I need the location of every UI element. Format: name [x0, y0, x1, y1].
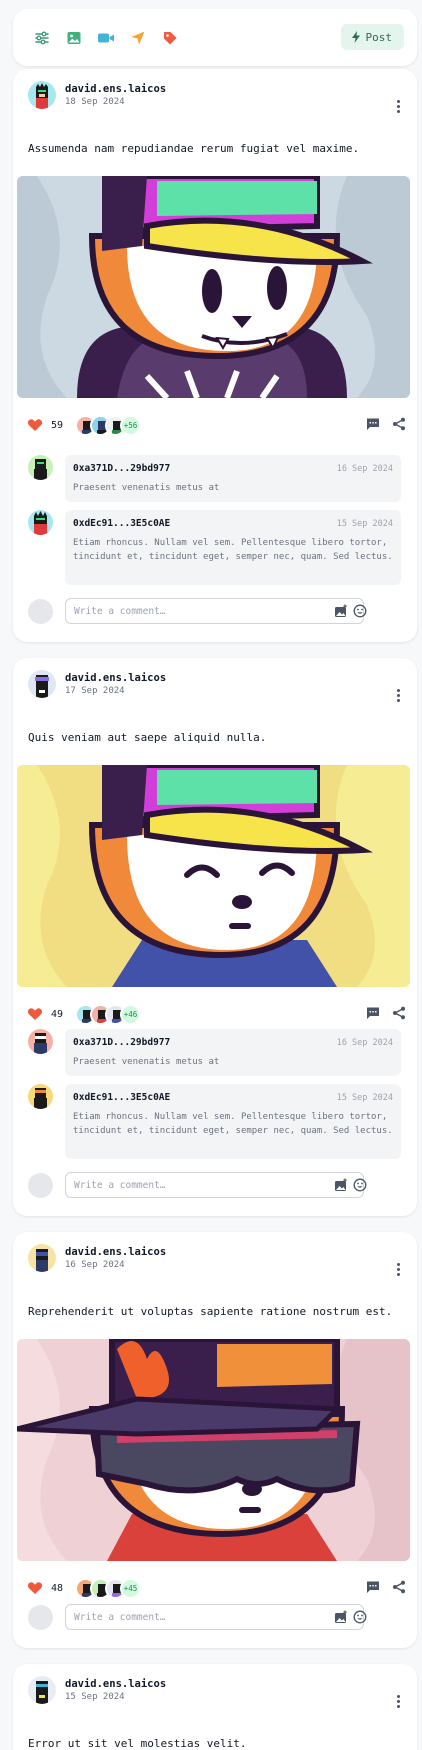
more-likes-badge[interactable]: +56: [120, 414, 142, 436]
location-icon[interactable]: [129, 29, 147, 47]
more-options-icon[interactable]: [391, 688, 405, 702]
post-image[interactable]: [17, 176, 410, 398]
post-image[interactable]: [17, 1339, 410, 1561]
avatar[interactable]: [28, 1244, 56, 1272]
avatar[interactable]: [28, 1676, 56, 1704]
post-text: Assumenda nam repudiandae rerum fugiat v…: [28, 142, 360, 155]
share-icon[interactable]: [392, 417, 406, 431]
more-likes-badge[interactable]: +45: [120, 1577, 142, 1599]
emoji-icon[interactable]: [353, 604, 367, 618]
post-author[interactable]: david.ens.laicos: [65, 1245, 166, 1259]
likers[interactable]: +46: [75, 1003, 142, 1025]
comment-composer: [28, 1604, 408, 1630]
avatar[interactable]: [28, 510, 53, 535]
comment-date: 16 Sep 2024: [336, 464, 393, 474]
comment-bubble: 0xa371D...29bd977 16 Sep 2024 Praesent v…: [65, 1029, 401, 1076]
comment-icon[interactable]: [366, 1006, 380, 1020]
post-actions: 49 +46: [27, 1003, 142, 1025]
post-actions: 48 +45: [27, 1577, 142, 1599]
comment-text: Etiam rhoncus. Nullam vel sem. Pellentes…: [73, 538, 393, 562]
likers[interactable]: +56: [75, 414, 142, 436]
post-header: david.ens.laicos 17 Sep 2024: [28, 670, 166, 698]
like-count: 48: [51, 1582, 64, 1594]
post-text: Error ut sit vel molestias velit.: [28, 1737, 247, 1750]
comment-input[interactable]: [65, 1604, 364, 1630]
emoji-icon[interactable]: [353, 1610, 367, 1624]
more-options-icon[interactable]: [391, 99, 405, 113]
avatar: [28, 1173, 53, 1198]
comment-composer: [28, 598, 408, 624]
post-author[interactable]: david.ens.laicos: [65, 671, 166, 685]
likers[interactable]: +45: [75, 1577, 142, 1599]
post-card: david.ens.laicos 18 Sep 2024 Assumenda n…: [13, 69, 417, 642]
more-options-icon[interactable]: [391, 1694, 405, 1708]
bolt-icon: [351, 31, 360, 43]
post-date: 17 Sep 2024: [65, 686, 125, 696]
image-icon[interactable]: [334, 1178, 348, 1192]
more-options-icon[interactable]: [391, 1262, 405, 1276]
composer-toolbar: Post: [13, 9, 417, 66]
post-right-actions: [366, 1580, 406, 1594]
post-text: Quis veniam aut saepe aliquid nulla.: [28, 731, 267, 744]
comment-date: 15 Sep 2024: [336, 1093, 393, 1103]
image-icon[interactable]: [334, 1610, 348, 1624]
heart-icon[interactable]: [27, 1006, 43, 1022]
emoji-icon[interactable]: [353, 1178, 367, 1192]
post-button-label: Post: [365, 30, 393, 44]
comment-input[interactable]: [65, 598, 364, 624]
post-date: 15 Sep 2024: [65, 1692, 125, 1702]
comment-text: Praesent venenatis metus at: [73, 483, 220, 493]
avatar[interactable]: [28, 1029, 53, 1054]
post-right-actions: [366, 1006, 406, 1020]
sliders-icon[interactable]: [33, 29, 51, 47]
image-icon[interactable]: [334, 604, 348, 618]
comment-date: 16 Sep 2024: [336, 1038, 393, 1048]
avatar[interactable]: [28, 455, 53, 480]
post-actions: 59 +56: [27, 414, 142, 436]
heart-icon[interactable]: [27, 1580, 43, 1596]
post-header: david.ens.laicos 15 Sep 2024: [28, 1676, 166, 1704]
video-icon[interactable]: [97, 29, 115, 47]
comment-bubble: 0xdEc91...3E5c0AE 15 Sep 2024 Etiam rhon…: [65, 1084, 401, 1159]
post-date: 16 Sep 2024: [65, 1260, 125, 1270]
comment-icon[interactable]: [366, 1580, 380, 1594]
post-date: 18 Sep 2024: [65, 97, 125, 107]
image-icon[interactable]: [65, 29, 83, 47]
like-count: 59: [51, 419, 64, 431]
share-icon[interactable]: [392, 1006, 406, 1020]
post-header: david.ens.laicos 16 Sep 2024: [28, 1244, 166, 1272]
post-card: david.ens.laicos 17 Sep 2024 Quis veniam…: [13, 658, 417, 1216]
share-icon[interactable]: [392, 1580, 406, 1594]
avatar[interactable]: [28, 1084, 53, 1109]
avatar[interactable]: [28, 670, 56, 698]
comment-bubble: 0xdEc91...3E5c0AE 15 Sep 2024 Etiam rhon…: [65, 510, 401, 585]
comment-bubble: 0xa371D...29bd977 16 Sep 2024 Praesent v…: [65, 455, 401, 502]
post-button[interactable]: Post: [340, 24, 404, 50]
comment-icon[interactable]: [366, 417, 380, 431]
comment-date: 15 Sep 2024: [336, 519, 393, 529]
comment-input[interactable]: [65, 1172, 364, 1198]
more-likes-badge[interactable]: +46: [120, 1003, 142, 1025]
post-author[interactable]: david.ens.laicos: [65, 1677, 166, 1691]
avatar[interactable]: [28, 81, 56, 109]
comment-text: Praesent venenatis metus at: [73, 1057, 220, 1067]
toolbar-icons: [33, 29, 179, 47]
post-header: david.ens.laicos 18 Sep 2024: [28, 81, 166, 109]
comment-text: Etiam rhoncus. Nullam vel sem. Pellentes…: [73, 1112, 393, 1136]
post-author[interactable]: david.ens.laicos: [65, 82, 166, 96]
avatar: [28, 599, 53, 624]
avatar: [28, 1605, 53, 1630]
comment-composer: [28, 1172, 408, 1198]
post-right-actions: [366, 417, 406, 431]
post-card: david.ens.laicos 15 Sep 2024 Error ut si…: [13, 1664, 417, 1750]
post-text: Reprehenderit ut voluptas sapiente ratio…: [28, 1305, 393, 1318]
tag-icon[interactable]: [161, 29, 179, 47]
like-count: 49: [51, 1008, 64, 1020]
post-image[interactable]: [17, 765, 410, 987]
heart-icon[interactable]: [27, 417, 43, 433]
post-card: david.ens.laicos 16 Sep 2024 Reprehender…: [13, 1232, 417, 1648]
